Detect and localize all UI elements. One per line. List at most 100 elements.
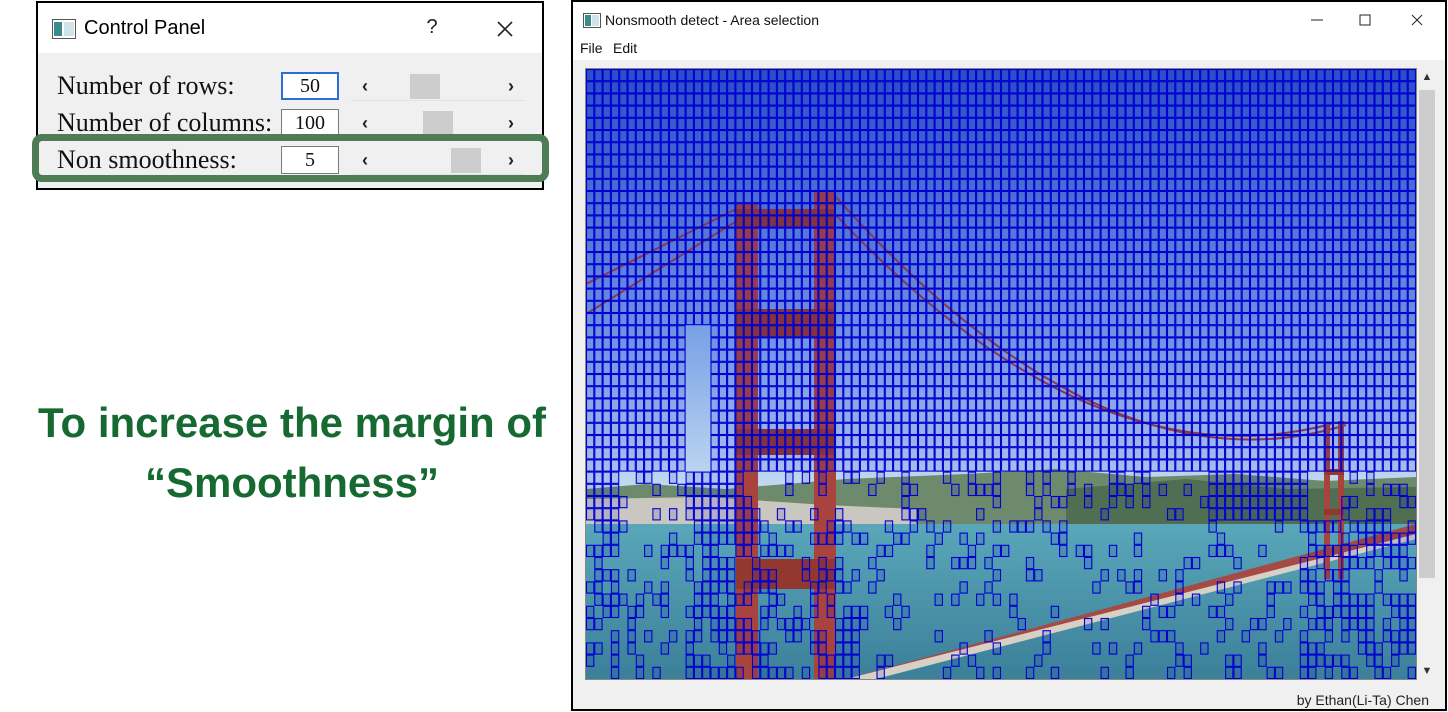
scroll-thumb[interactable]: [1419, 90, 1435, 578]
grid-cell: [1291, 105, 1300, 118]
menu-edit[interactable]: Edit: [613, 40, 637, 56]
grid-cell: [976, 105, 985, 118]
minimize-icon[interactable]: [1307, 10, 1327, 30]
grid-cell: [992, 666, 1002, 679]
grid-cell: [1324, 325, 1334, 338]
main-window-titlebar[interactable]: Nonsmooth detect - Area selection: [573, 2, 1445, 38]
grid-cell: [1042, 105, 1051, 118]
grid-cell: [1175, 215, 1184, 228]
grid-cell: [859, 142, 869, 155]
grid-cell: [1407, 605, 1416, 619]
rows-input[interactable]: 50: [281, 72, 339, 100]
rows-slider[interactable]: ‹ ›: [351, 72, 525, 101]
slider-right-arrow[interactable]: ›: [497, 109, 525, 137]
grid-cell: [884, 325, 894, 338]
grid-cell: [1142, 117, 1151, 131]
grid-cell: [776, 117, 786, 131]
grid-cell: [668, 117, 678, 131]
grid-cell: [893, 410, 902, 423]
close-icon[interactable]: [1407, 10, 1427, 30]
grid-cell: [627, 190, 636, 204]
grid-cell: [785, 520, 794, 533]
grid-cell: [1158, 605, 1168, 619]
help-button[interactable]: ?: [420, 16, 444, 42]
grid-cell: [602, 544, 611, 558]
rows-label: Number of rows:: [57, 71, 235, 100]
grid-cell: [934, 154, 943, 167]
grid-cell: [1000, 215, 1010, 228]
grid-cell: [1291, 422, 1300, 436]
grid-cell: [1233, 288, 1242, 301]
grid-cell: [1316, 520, 1325, 533]
grid-cell: [843, 630, 852, 643]
grid-cell: [1216, 203, 1226, 216]
grid-cell: [1225, 471, 1234, 484]
grid-cell: [826, 593, 836, 606]
grid-cell: [843, 581, 852, 594]
grid-cell: [876, 422, 885, 436]
maximize-icon[interactable]: [1355, 10, 1375, 30]
grid-cell: [801, 312, 811, 326]
scroll-up-arrow[interactable]: ▲: [1417, 68, 1437, 86]
grid-cell: [685, 154, 694, 167]
grid-cell: [751, 630, 761, 643]
grid-cell: [627, 434, 636, 448]
grid-cell: [1382, 300, 1392, 314]
grid-cell: [727, 459, 736, 472]
close-icon[interactable]: [492, 16, 518, 42]
slider-thumb[interactable]: [409, 74, 440, 99]
grid-cell: [851, 288, 860, 301]
slider-right-arrow[interactable]: ›: [497, 72, 525, 100]
grid-cell: [1341, 93, 1350, 106]
grid-cell: [1133, 471, 1143, 484]
grid-cell: [710, 349, 719, 362]
grid-cell: [610, 581, 620, 594]
grid-cell: [834, 142, 844, 155]
grid-cell: [1059, 349, 1068, 362]
columns-input[interactable]: 100: [281, 109, 339, 137]
grid-cell: [1025, 227, 1035, 240]
grid-cell: [1158, 630, 1168, 643]
grid-cell: [1009, 203, 1018, 216]
grid-cell: [1349, 69, 1358, 82]
grid-cell: [768, 154, 777, 167]
grid-cell: [1208, 398, 1217, 411]
grid-cell: [884, 434, 894, 448]
slider-left-arrow[interactable]: ‹: [351, 72, 379, 100]
grid-cell: [1274, 300, 1284, 314]
grid-cell: [951, 410, 960, 423]
grid-cell: [751, 276, 761, 289]
scroll-down-arrow[interactable]: ▼: [1417, 662, 1437, 680]
grid-cell: [1133, 300, 1143, 314]
grid-cell: [743, 630, 753, 643]
grid-cell: [1200, 422, 1209, 436]
control-panel-titlebar[interactable]: Control Panel ?: [38, 3, 542, 53]
grid-cell: [1216, 300, 1226, 314]
slider-thumb[interactable]: [423, 111, 453, 136]
grid-cell: [1166, 276, 1176, 289]
grid-cell: [1341, 251, 1350, 265]
grid-cell: [884, 410, 894, 423]
grid-cell: [1183, 117, 1192, 131]
grid-cell: [1125, 361, 1134, 375]
grid-cell: [984, 239, 993, 253]
grid-cell: [1175, 434, 1184, 448]
grid-cell: [1166, 203, 1176, 216]
menu-file[interactable]: File: [580, 40, 603, 56]
grid-cell: [1349, 203, 1358, 216]
image-canvas[interactable]: [585, 68, 1417, 680]
grid-cell: [1166, 166, 1176, 179]
grid-cell: [1391, 349, 1400, 362]
grid-cell: [976, 300, 985, 314]
grid-cell: [834, 154, 844, 167]
grid-cell: [693, 190, 703, 204]
grid-cell: [976, 69, 985, 82]
slider-left-arrow[interactable]: ‹: [351, 109, 379, 137]
grid-cell: [1075, 215, 1085, 228]
vertical-scrollbar[interactable]: ▲ ▼: [1417, 68, 1437, 680]
grid-cell: [1067, 105, 1076, 118]
grid-cell: [743, 178, 753, 192]
grid-cell: [627, 203, 636, 216]
grid-cell: [785, 544, 794, 558]
grid-cell: [851, 630, 860, 643]
